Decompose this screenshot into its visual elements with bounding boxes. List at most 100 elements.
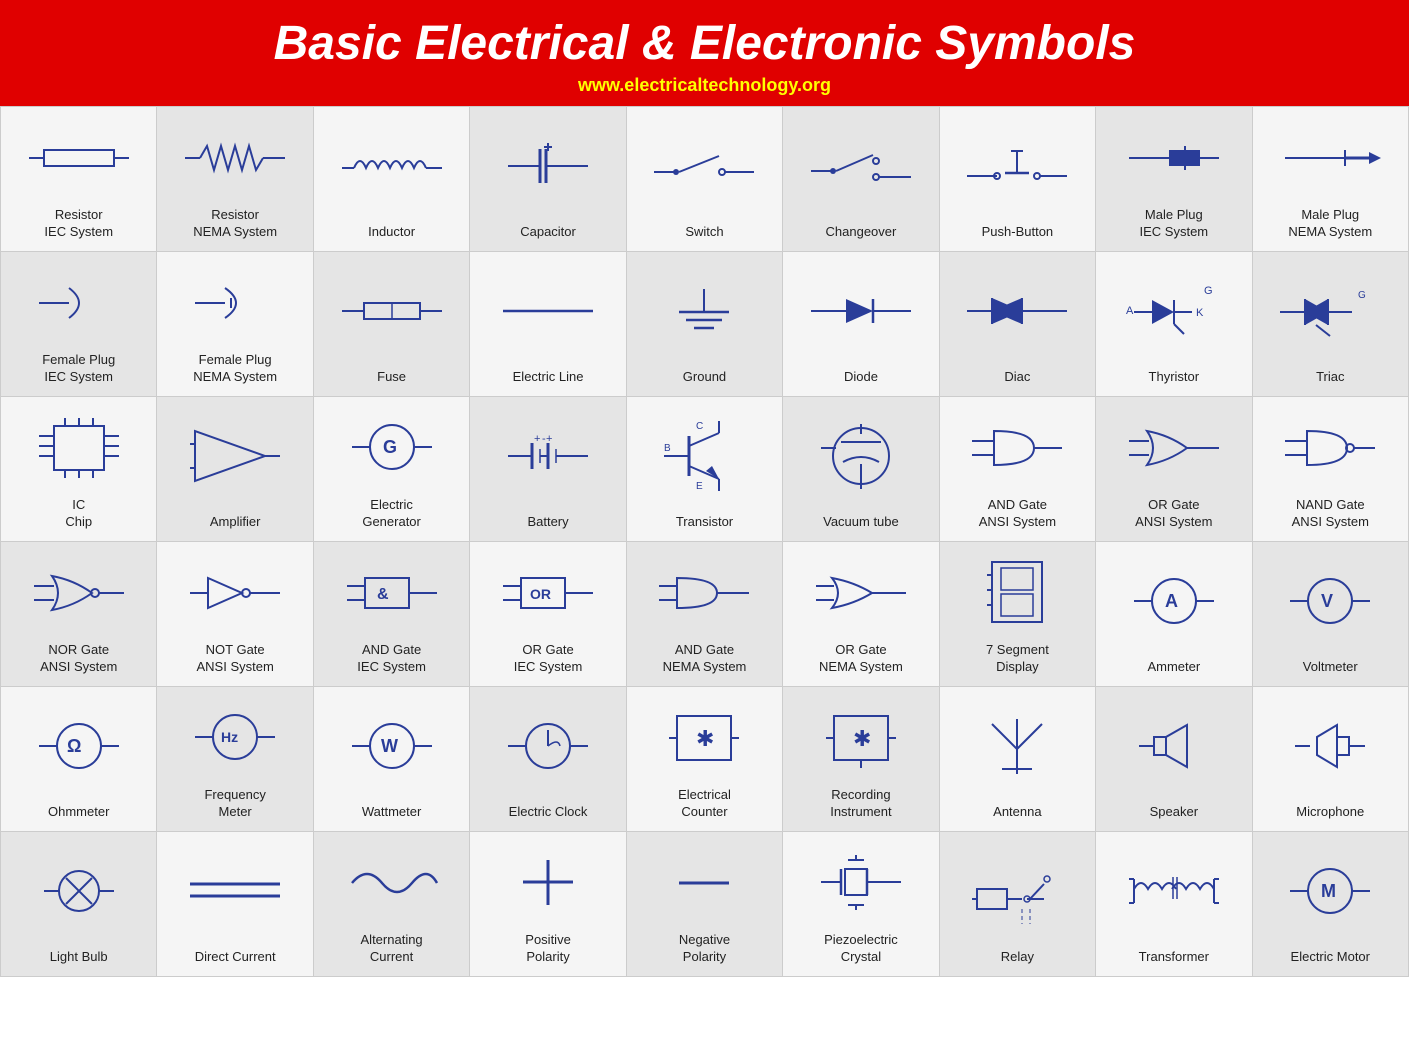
label-ohmmeter: Ohmmeter <box>48 804 109 821</box>
cell-recording-instrument: ✱ RecordingInstrument <box>783 687 939 832</box>
cell-transformer: Transformer <box>1096 832 1252 977</box>
svg-text:+: + <box>534 433 540 445</box>
cell-electrical-counter: ✱ ElectricalCounter <box>627 687 783 832</box>
label-ground: Ground <box>683 369 726 386</box>
label-inductor: Inductor <box>368 224 415 241</box>
cell-fuse: Fuse <box>314 252 470 397</box>
label-resistor-nema: ResistorNEMA System <box>193 207 277 241</box>
label-7-segment-display: 7 SegmentDisplay <box>986 642 1049 676</box>
label-transistor: Transistor <box>676 514 733 531</box>
label-resistor-iec: ResistorIEC System <box>44 207 113 241</box>
label-antenna: Antenna <box>993 804 1041 821</box>
svg-text:✱: ✱ <box>853 726 871 751</box>
label-not-gate-ansi: NOT GateANSI System <box>197 642 274 676</box>
cell-changeover: Changeover <box>783 107 939 252</box>
cell-capacitor: Capacitor <box>470 107 626 252</box>
label-and-gate-iec: AND GateIEC System <box>357 642 426 676</box>
label-switch: Switch <box>685 224 723 241</box>
label-electric-line: Electric Line <box>513 369 584 386</box>
label-vacuum-tube: Vacuum tube <box>823 514 899 531</box>
label-or-gate-ansi: OR GateANSI System <box>1135 497 1212 531</box>
svg-text:✱: ✱ <box>696 726 714 751</box>
header: Basic Electrical & Electronic Symbols ww… <box>0 0 1409 106</box>
cell-piezoelectric-crystal: PiezoelectricCrystal <box>783 832 939 977</box>
label-and-gate-nema: AND GateNEMA System <box>663 642 747 676</box>
label-thyristor: Thyristor <box>1149 369 1200 386</box>
cell-resistor-iec: ResistorIEC System <box>1 107 157 252</box>
label-speaker: Speaker <box>1150 804 1198 821</box>
cell-not-gate-ansi: NOT GateANSI System <box>157 542 313 687</box>
svg-text:G: G <box>1358 290 1366 301</box>
svg-text:OR: OR <box>530 586 551 602</box>
cell-inductor: Inductor <box>314 107 470 252</box>
cell-switch: Switch <box>627 107 783 252</box>
label-nor-gate-ansi: NOR GateANSI System <box>40 642 117 676</box>
svg-text:K: K <box>1196 307 1204 319</box>
cell-diac: Diac <box>940 252 1096 397</box>
label-male-plug-nema: Male PlugNEMA System <box>1288 207 1372 241</box>
cell-electric-motor: M Electric Motor <box>1253 832 1409 977</box>
page-title: Basic Electrical & Electronic Symbols <box>10 18 1399 71</box>
label-male-plug-iec: Male PlugIEC System <box>1140 207 1209 241</box>
cell-positive-polarity: PositivePolarity <box>470 832 626 977</box>
cell-nand-gate-ansi: NAND GateANSI System <box>1253 397 1409 542</box>
cell-frequency-meter: Hz FrequencyMeter <box>157 687 313 832</box>
label-amplifier: Amplifier <box>210 514 261 531</box>
cell-microphone: Microphone <box>1253 687 1409 832</box>
cell-electric-generator: G ElectricGenerator <box>314 397 470 542</box>
svg-text:A: A <box>1126 305 1134 317</box>
cell-electric-line: Electric Line <box>470 252 626 397</box>
svg-text:&: & <box>377 586 389 603</box>
label-triac: Triac <box>1316 369 1344 386</box>
label-ammeter: Ammeter <box>1147 659 1200 676</box>
cell-electric-clock: Electric Clock <box>470 687 626 832</box>
cell-vacuum-tube: Vacuum tube <box>783 397 939 542</box>
svg-text:W: W <box>381 736 398 756</box>
label-transformer: Transformer <box>1139 949 1209 966</box>
cell-antenna: Antenna <box>940 687 1096 832</box>
cell-male-plug-iec: Male PlugIEC System <box>1096 107 1252 252</box>
label-relay: Relay <box>1001 949 1034 966</box>
svg-text:G: G <box>1204 285 1213 297</box>
label-negative-polarity: NegativePolarity <box>679 932 730 966</box>
cell-ammeter: A Ammeter <box>1096 542 1252 687</box>
svg-text:C: C <box>696 421 703 432</box>
label-push-button: Push-Button <box>982 224 1054 241</box>
cell-resistor-nema: ResistorNEMA System <box>157 107 313 252</box>
label-changeover: Changeover <box>826 224 897 241</box>
label-diac: Diac <box>1004 369 1030 386</box>
label-positive-polarity: PositivePolarity <box>525 932 571 966</box>
cell-and-gate-iec: & AND GateIEC System <box>314 542 470 687</box>
label-electric-motor: Electric Motor <box>1291 949 1370 966</box>
label-piezoelectric-crystal: PiezoelectricCrystal <box>824 932 898 966</box>
svg-text:E: E <box>696 481 703 492</box>
label-wattmeter: Wattmeter <box>362 804 421 821</box>
label-electrical-counter: ElectricalCounter <box>678 787 731 821</box>
cell-male-plug-nema: Male PlugNEMA System <box>1253 107 1409 252</box>
svg-text:A: A <box>1165 591 1178 611</box>
cell-female-plug-nema: Female PlugNEMA System <box>157 252 313 397</box>
label-nand-gate-ansi: NAND GateANSI System <box>1292 497 1369 531</box>
cell-wattmeter: W Wattmeter <box>314 687 470 832</box>
cell-and-gate-nema: AND GateNEMA System <box>627 542 783 687</box>
cell-or-gate-nema: OR GateNEMA System <box>783 542 939 687</box>
svg-text:V: V <box>1321 591 1333 611</box>
svg-text:G: G <box>383 437 397 457</box>
label-microphone: Microphone <box>1296 804 1364 821</box>
cell-push-button: Push-Button <box>940 107 1096 252</box>
cell-or-gate-iec: OR OR GateIEC System <box>470 542 626 687</box>
cell-7-segment-display: 7 SegmentDisplay <box>940 542 1096 687</box>
label-capacitor: Capacitor <box>520 224 576 241</box>
label-light-bulb: Light Bulb <box>50 949 108 966</box>
cell-relay: Relay <box>940 832 1096 977</box>
label-and-gate-ansi: AND GateANSI System <box>979 497 1056 531</box>
website-url: www.electricaltechnology.org <box>10 75 1399 96</box>
cell-light-bulb: Light Bulb <box>1 832 157 977</box>
cell-battery: + - + Battery <box>470 397 626 542</box>
label-fuse: Fuse <box>377 369 406 386</box>
cell-diode: Diode <box>783 252 939 397</box>
cell-negative-polarity: NegativePolarity <box>627 832 783 977</box>
label-or-gate-nema: OR GateNEMA System <box>819 642 903 676</box>
cell-ohmmeter: Ω Ohmmeter <box>1 687 157 832</box>
cell-female-plug-iec: Female PlugIEC System <box>1 252 157 397</box>
